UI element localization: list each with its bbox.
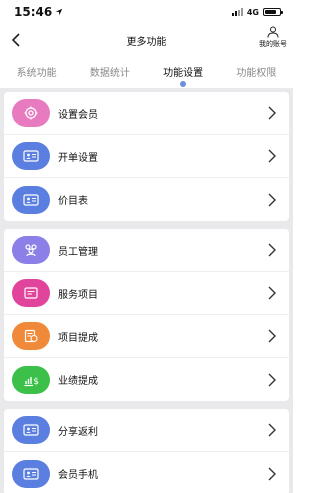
- tab-label: 功能设置: [163, 68, 204, 79]
- row-label: 开单设置: [58, 152, 98, 164]
- row-performance-commission[interactable]: $ 业绩提成: [4, 358, 289, 401]
- settings-list: 设置会员 开单设置 价目表 员工管理 服务项目 项目提成 $ 业绩提成 分享返利…: [0, 88, 293, 493]
- location-arrow-icon: [56, 8, 63, 16]
- id-card-icon: [12, 459, 50, 488]
- tab-bar: 系统功能 数据统计 功能设置 功能权限: [0, 58, 293, 88]
- signal-icon: [231, 8, 243, 16]
- settings-group-sharing: 分享返利 会员手机: [4, 409, 289, 493]
- settings-group-staff: 员工管理 服务项目 项目提成 $ 业绩提成: [4, 229, 289, 401]
- active-tab-indicator: [180, 81, 187, 87]
- row-item-commission[interactable]: 项目提成: [4, 315, 289, 358]
- battery-icon: [263, 8, 283, 16]
- status-bar: 15:46 4G: [0, 0, 293, 24]
- row-label: 设置会员: [58, 109, 98, 121]
- row-staff-management[interactable]: 员工管理: [4, 229, 289, 272]
- chevron-right-icon: [268, 149, 276, 163]
- tab-function-permissions[interactable]: 功能权限: [220, 58, 293, 88]
- tab-system-functions[interactable]: 系统功能: [0, 58, 73, 88]
- tab-function-settings[interactable]: 功能设置: [147, 58, 220, 88]
- id-card-icon: [12, 185, 50, 214]
- status-time: 15:46: [14, 5, 63, 19]
- chevron-right-icon: [268, 423, 276, 437]
- row-label: 业绩提成: [58, 376, 98, 387]
- row-price-list[interactable]: 价目表: [4, 178, 289, 221]
- row-label: 价目表: [58, 196, 88, 207]
- row-label: 员工管理: [58, 246, 98, 258]
- status-indicators: 4G: [231, 7, 283, 17]
- chevron-right-icon: [268, 243, 276, 257]
- my-account-label: 我的账号: [259, 40, 287, 48]
- chevron-right-icon: [268, 106, 276, 120]
- row-label: 服务项目: [58, 289, 98, 301]
- coin-icon: [12, 322, 50, 350]
- my-account-button[interactable]: 我的账号: [259, 26, 287, 49]
- tab-label: 数据统计: [89, 68, 130, 79]
- row-label: 分享返利: [58, 426, 98, 438]
- chevron-right-icon: [268, 467, 276, 480]
- tab-label: 系统功能: [16, 68, 57, 79]
- row-service-items[interactable]: 服务项目: [4, 272, 289, 315]
- chart-dollar-icon: $: [12, 365, 50, 394]
- row-label: 项目提成: [58, 332, 98, 344]
- row-set-member[interactable]: 设置会员: [4, 92, 289, 135]
- chevron-right-icon: [268, 329, 276, 343]
- chevron-right-icon: [268, 373, 276, 386]
- row-share-rebate[interactable]: 分享返利: [4, 409, 289, 452]
- chevron-right-icon: [268, 286, 276, 300]
- svg-text:$: $: [33, 377, 39, 387]
- id-card-icon: [12, 142, 50, 170]
- clock-text: 15:46: [14, 5, 53, 19]
- gear-icon: [12, 99, 50, 127]
- user-icon: [267, 26, 279, 38]
- network-type: 4G: [246, 7, 259, 17]
- tab-label: 功能权限: [236, 68, 277, 79]
- row-order-settings[interactable]: 开单设置: [4, 135, 289, 178]
- row-label: 会员手机: [58, 470, 98, 481]
- row-member-phone[interactable]: 会员手机: [4, 452, 289, 493]
- card-icon: [12, 279, 50, 307]
- nav-bar: 更多功能 我的账号: [0, 24, 293, 56]
- chevron-right-icon: [268, 193, 276, 206]
- id-card-icon: [12, 416, 50, 444]
- staff-icon: [12, 236, 50, 264]
- settings-group-members: 设置会员 开单设置 价目表: [4, 92, 289, 221]
- back-button[interactable]: [6, 30, 26, 50]
- chevron-left-icon: [11, 33, 20, 47]
- tab-data-statistics[interactable]: 数据统计: [73, 58, 146, 88]
- page-title: 更多功能: [126, 36, 167, 48]
